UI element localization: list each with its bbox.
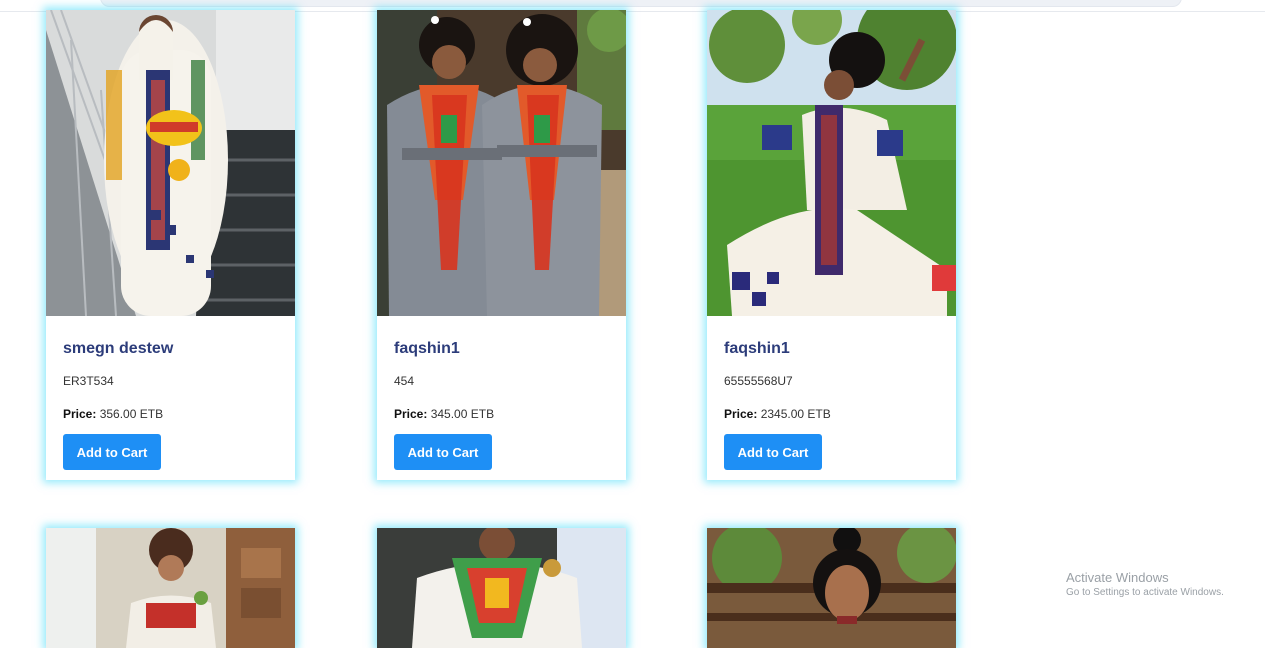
search-bar[interactable] <box>100 0 1182 7</box>
windows-activation-watermark: Activate Windows Go to Settings to activ… <box>1066 570 1224 598</box>
price-label: Price: <box>394 407 428 421</box>
price-label: Price: <box>63 407 97 421</box>
price-label: Price: <box>724 407 758 421</box>
product-card: smegn destew ER3T534 Price: 356.00 ETB A… <box>46 10 295 480</box>
product-image[interactable] <box>46 528 295 648</box>
product-info: smegn destew ER3T534 Price: 356.00 ETB A… <box>46 316 295 480</box>
product-info: faqshin1 65555568U7 Price: 2345.00 ETB A… <box>707 316 956 480</box>
product-code: ER3T534 <box>63 374 114 388</box>
product-image[interactable] <box>377 10 626 316</box>
price-value: 2345.00 ETB <box>760 407 831 421</box>
product-card <box>377 528 626 648</box>
price-value: 356.00 ETB <box>99 407 164 421</box>
product-name[interactable]: faqshin1 <box>394 340 460 358</box>
add-to-cart-button[interactable]: Add to Cart <box>394 434 492 470</box>
product-info: faqshin1 454 Price: 345.00 ETB Add to Ca… <box>377 316 626 480</box>
product-name[interactable]: faqshin1 <box>724 340 790 358</box>
add-to-cart-button[interactable]: Add to Cart <box>724 434 822 470</box>
add-to-cart-button[interactable]: Add to Cart <box>63 434 161 470</box>
product-name[interactable]: smegn destew <box>63 340 173 358</box>
product-code: 454 <box>394 374 415 388</box>
product-image[interactable] <box>707 528 956 648</box>
product-price: Price: 345.00 ETB <box>394 407 494 421</box>
watermark-title: Activate Windows <box>1066 570 1169 585</box>
watermark-subtitle: Go to Settings to activate Windows. <box>1066 587 1224 598</box>
product-card: faqshin1 454 Price: 345.00 ETB Add to Ca… <box>377 10 626 480</box>
product-card <box>707 528 956 648</box>
product-price: Price: 356.00 ETB <box>63 407 163 421</box>
product-image[interactable] <box>46 10 295 316</box>
product-card <box>46 528 295 648</box>
product-card: faqshin1 65555568U7 Price: 2345.00 ETB A… <box>707 10 956 480</box>
product-code: 65555568U7 <box>724 374 793 388</box>
product-image[interactable] <box>707 10 956 316</box>
price-value: 345.00 ETB <box>430 407 495 421</box>
product-price: Price: 2345.00 ETB <box>724 407 831 421</box>
product-image[interactable] <box>377 528 626 648</box>
